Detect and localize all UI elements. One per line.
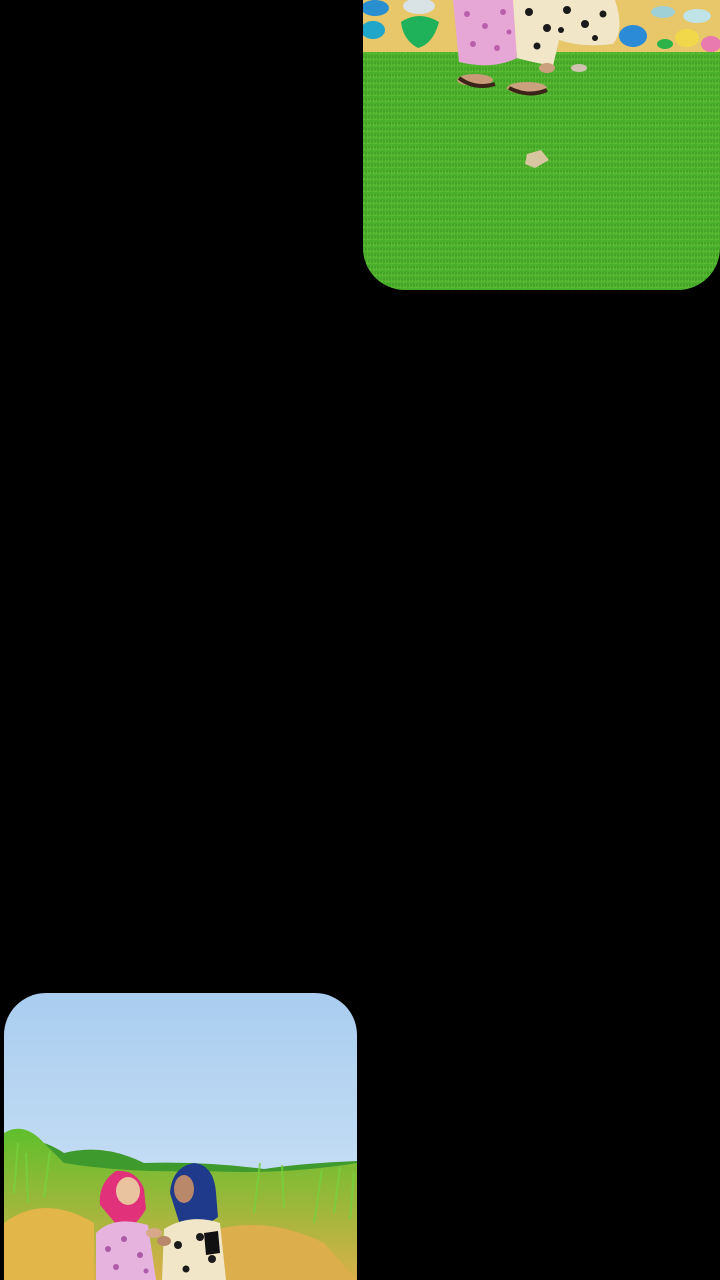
photo-tile-lawn <box>363 0 720 290</box>
video-frame <box>0 0 720 1280</box>
field-photo <box>4 993 357 1280</box>
lawn-photo <box>363 0 720 290</box>
photo-tile-field <box>4 993 357 1280</box>
